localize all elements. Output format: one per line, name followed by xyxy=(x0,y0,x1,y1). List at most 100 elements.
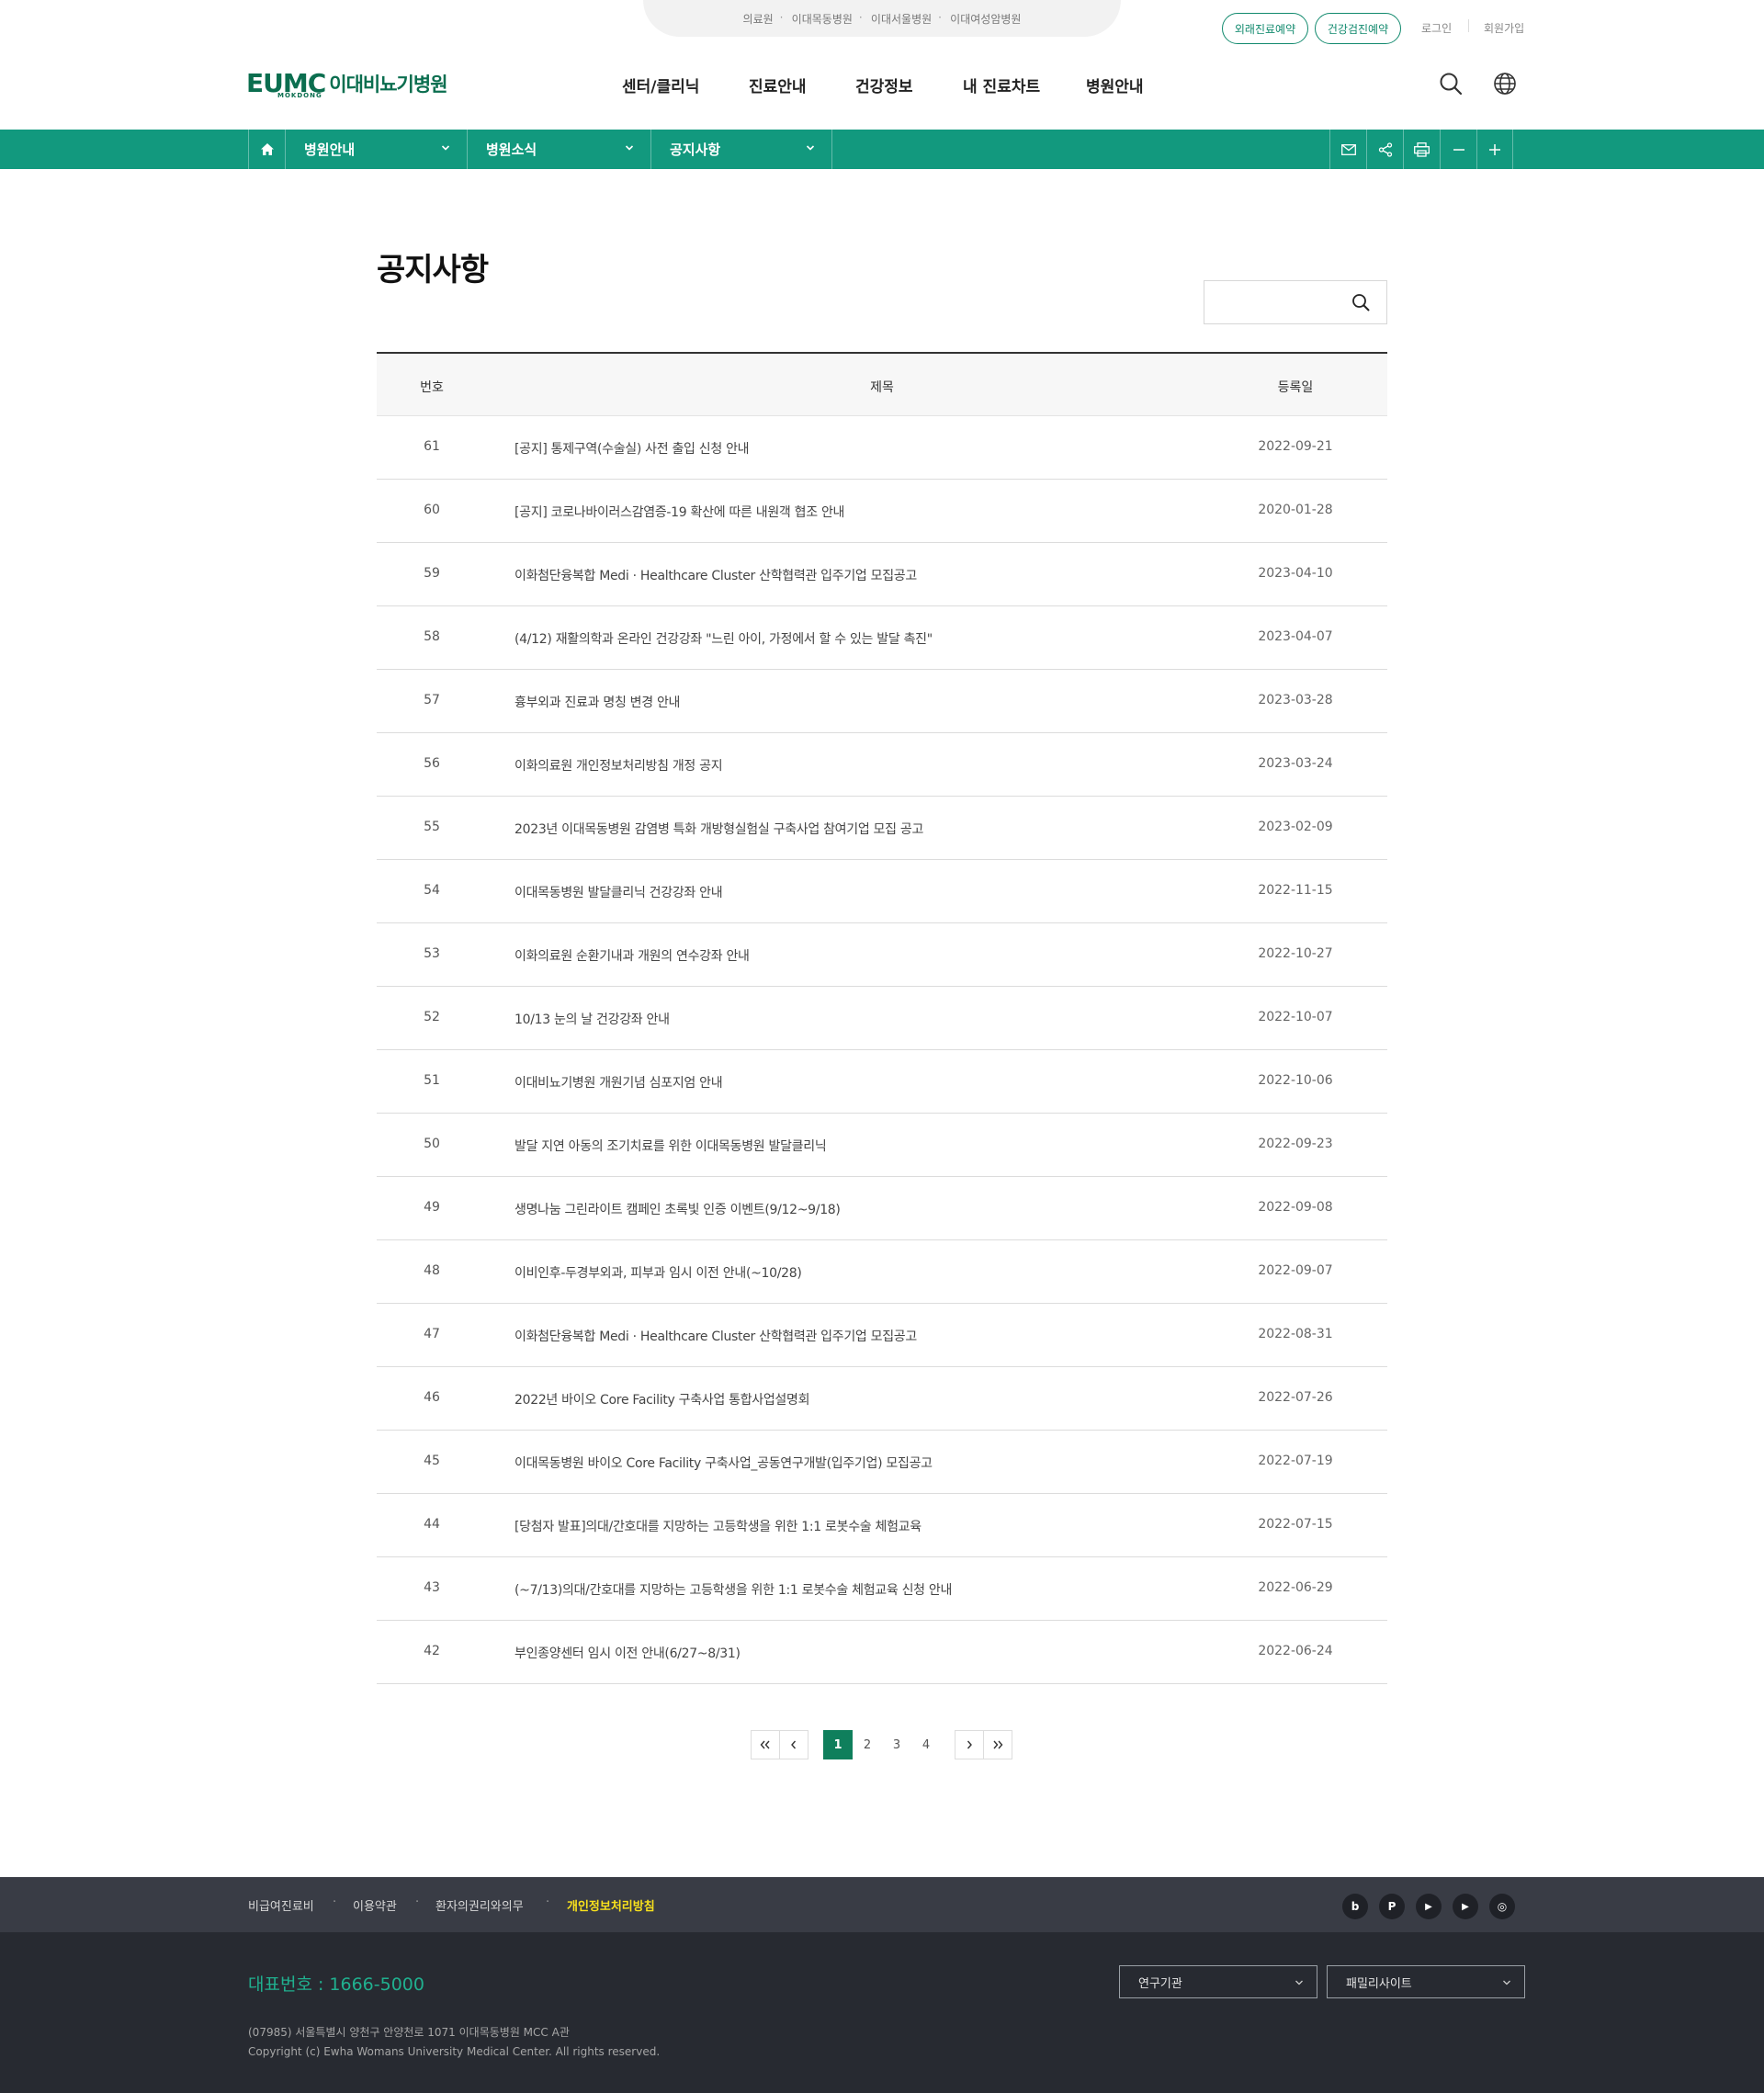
row-title-link[interactable]: 발달 지연 아동의 조기치료를 위한 이대목동병원 발달클리닉 xyxy=(514,1137,827,1155)
family-link-cancer[interactable]: 이대여성암병원 xyxy=(938,11,1030,27)
table-header: 번호 제목 등록일 xyxy=(377,352,1387,416)
row-title-link[interactable]: 부인종양센터 임시 이전 안내(6/27~8/31) xyxy=(514,1644,741,1662)
row-title-link[interactable]: 이대비뇨기병원 개원기념 심포지엄 안내 xyxy=(514,1073,723,1092)
table-row[interactable]: 54 이대목동병원 발달클리닉 건강강좌 안내 2022-11-15 xyxy=(377,860,1387,923)
gnb-item-mychart[interactable]: 내 진료차트 xyxy=(963,74,1040,96)
join-link[interactable]: 회원가입 xyxy=(1484,20,1524,36)
research-select[interactable]: 연구기관 xyxy=(1119,1965,1317,1998)
print-icon[interactable] xyxy=(1403,130,1440,169)
table-row[interactable]: 58 (4/12) 재활의학과 온라인 건강강좌 "느린 아이, 가정에서 할 수… xyxy=(377,606,1387,670)
row-title-link[interactable]: 10/13 눈의 날 건강강좌 안내 xyxy=(514,1010,670,1028)
row-date: 2022-09-23 xyxy=(1258,1137,1333,1151)
table-row[interactable]: 61 [공지] 통제구역(수술실) 사전 출입 신청 안내 2022-09-21 xyxy=(377,416,1387,480)
post-icon[interactable]: P xyxy=(1379,1894,1405,1919)
table-row[interactable]: 48 이비인후-두경부외과, 피부과 임시 이전 안내(~10/28) 2022-0… xyxy=(377,1240,1387,1304)
row-date: 2023-02-09 xyxy=(1258,820,1333,834)
table-row[interactable]: 59 이화첨단융복합 Medi · Healthcare Cluster 산학협력… xyxy=(377,543,1387,606)
page-2[interactable]: 2 xyxy=(853,1730,882,1759)
table-body: 61 [공지] 통제구역(수술실) 사전 출입 신청 안내 2022-09-21 60… xyxy=(377,416,1387,1684)
gnb-item-hospital[interactable]: 병원안내 xyxy=(1086,74,1144,96)
youtube-icon[interactable]: ▶ xyxy=(1453,1894,1478,1919)
table-row[interactable]: 46 2022년 바이오 Core Facility 구축사업 통합사업설명회 20… xyxy=(377,1367,1387,1431)
footer-address: (07985) 서울특별시 양천구 안양천로 1071 이대목동병원 MCC A… xyxy=(248,2026,570,2039)
search-icon[interactable] xyxy=(1351,293,1370,311)
family-link-mokdong[interactable]: 이대목동병원 xyxy=(780,11,862,27)
family-link-medical[interactable]: 의료원 xyxy=(734,11,783,27)
share-icon[interactable] xyxy=(1366,130,1403,169)
row-title-link[interactable]: (~7/13)의대/간호대를 지망하는 고등학생을 위한 1:1 로봇수술 체험… xyxy=(514,1580,952,1599)
search-input[interactable] xyxy=(1204,281,1342,323)
row-date: 2022-06-24 xyxy=(1258,1644,1333,1658)
prev-page-button[interactable] xyxy=(779,1730,808,1759)
location-depth1[interactable]: 병원안내 xyxy=(285,130,467,169)
row-title-link[interactable]: 2023년 이대목동병원 감염병 특화 개방형실험실 구축사업 참여기업 모집 … xyxy=(514,820,923,838)
row-title-link[interactable]: (4/12) 재활의학과 온라인 건강강좌 "느린 아이, 가정에서 할 수 있… xyxy=(514,629,933,648)
row-title-link[interactable]: 2022년 바이오 Core Facility 구축사업 통합사업설명회 xyxy=(514,1390,809,1409)
footer-link-privacy[interactable]: 개인정보처리방침 xyxy=(567,1896,655,1914)
row-title-link[interactable]: 이대목동병원 바이오 Core Facility 구축사업_공동연구개발(입주기… xyxy=(514,1454,933,1472)
table-row[interactable]: 45 이대목동병원 바이오 Core Facility 구축사업_공동연구개발(입… xyxy=(377,1431,1387,1494)
table-row[interactable]: 47 이화첨단융복합 Medi · Healthcare Cluster 산학협력… xyxy=(377,1304,1387,1367)
row-title-link[interactable]: 이비인후-두경부외과, 피부과 임시 이전 안내(~10/28) xyxy=(514,1263,802,1282)
location-depth3[interactable]: 공지사항 xyxy=(650,130,832,169)
gnb-item-guide[interactable]: 진료안내 xyxy=(749,74,807,96)
row-title-link[interactable]: [공지] 코로나바이러스감염증-19 확산에 따른 내원객 협조 안내 xyxy=(514,503,844,521)
first-page-button[interactable] xyxy=(751,1730,780,1759)
table-row[interactable]: 43 (~7/13)의대/간호대를 지망하는 고등학생을 위한 1:1 로봇수술 … xyxy=(377,1557,1387,1621)
last-page-button[interactable] xyxy=(983,1730,1012,1759)
home-icon[interactable] xyxy=(248,130,285,169)
instagram-icon[interactable]: ◎ xyxy=(1489,1894,1515,1919)
table-row[interactable]: 44 [당첨자 발표]의대/간호대를 지망하는 고등학생을 위한 1:1 로봇수술… xyxy=(377,1494,1387,1557)
table-row[interactable]: 50 발달 지연 아동의 조기치료를 위한 이대목동병원 발달클리닉 2022-09… xyxy=(377,1114,1387,1177)
table-row[interactable]: 56 이화의료원 개인정보처리방침 개정 공지 2023-03-24 xyxy=(377,733,1387,797)
minus-icon[interactable] xyxy=(1440,130,1476,169)
search-icon[interactable] xyxy=(1439,72,1463,96)
footer-link-terms[interactable]: 이용약관 xyxy=(353,1896,397,1914)
row-title-link[interactable]: 이화의료원 개인정보처리방침 개정 공지 xyxy=(514,756,723,775)
table-row[interactable]: 60 [공지] 코로나바이러스감염증-19 확산에 따른 내원객 협조 안내 202… xyxy=(377,480,1387,543)
outpatient-reservation-button[interactable]: 외래진료예약 xyxy=(1222,13,1308,44)
table-row[interactable]: 55 2023년 이대목동병원 감염병 특화 개방형실험실 구축사업 참여기업 모… xyxy=(377,797,1387,860)
table-row[interactable]: 53 이화의료원 순환기내과 개원의 연수강좌 안내 2022-10-27 xyxy=(377,923,1387,987)
table-row[interactable]: 52 10/13 눈의 날 건강강좌 안내 2022-10-07 xyxy=(377,987,1387,1050)
gnb-item-centers[interactable]: 센터/클리닉 xyxy=(622,74,699,96)
footer-link-rights[interactable]: 환자의권리와의무 xyxy=(435,1896,524,1914)
checkup-reservation-button[interactable]: 건강검진예약 xyxy=(1315,13,1401,44)
row-title-link[interactable]: 생명나눔 그린라이트 캠페인 초록빛 인증 이벤트(9/12~9/18) xyxy=(514,1200,841,1218)
globe-icon[interactable] xyxy=(1493,72,1517,96)
footer-link-fees[interactable]: 비급여진료비 xyxy=(248,1896,314,1914)
chevron-down-icon xyxy=(1502,1978,1511,1987)
page-1[interactable]: 1 xyxy=(823,1730,853,1759)
mail-icon[interactable] xyxy=(1329,130,1366,169)
login-link[interactable]: 로그인 xyxy=(1421,20,1452,36)
location-depth2[interactable]: 병원소식 xyxy=(467,130,650,169)
table-row[interactable]: 42 부인종양센터 임시 이전 안내(6/27~8/31) 2022-06-24 xyxy=(377,1621,1387,1684)
row-title-link[interactable]: 이화첨단융복합 Medi · Healthcare Cluster 산학협력관 … xyxy=(514,566,917,584)
page-4[interactable]: 4 xyxy=(911,1730,941,1759)
row-title-link[interactable]: 흉부외과 진료과 명칭 변경 안내 xyxy=(514,693,680,711)
family-link-seoul[interactable]: 이대서울병원 xyxy=(859,11,941,27)
chevron-down-icon xyxy=(1295,1978,1304,1987)
row-number: 55 xyxy=(424,820,440,834)
location-depth2-label: 병원소식 xyxy=(486,141,537,158)
blog-icon[interactable]: b xyxy=(1342,1894,1368,1919)
gnb-item-health[interactable]: 건강정보 xyxy=(855,74,913,96)
row-title-link[interactable]: 이화의료원 순환기내과 개원의 연수강좌 안내 xyxy=(514,946,750,965)
row-date: 2022-08-31 xyxy=(1258,1327,1333,1341)
table-row[interactable]: 51 이대비뇨기병원 개원기념 심포지엄 안내 2022-10-06 xyxy=(377,1050,1387,1114)
page-3[interactable]: 3 xyxy=(882,1730,911,1759)
row-title-link[interactable]: [공지] 통제구역(수술실) 사전 출입 신청 안내 xyxy=(514,439,750,458)
table-row[interactable]: 57 흉부외과 진료과 명칭 변경 안내 2023-03-28 xyxy=(377,670,1387,733)
footer-copyright: Copyright (c) Ewha Womans University Med… xyxy=(248,2045,661,2058)
plus-icon[interactable] xyxy=(1476,130,1513,169)
next-page-button[interactable] xyxy=(955,1730,984,1759)
row-title-link[interactable]: [당첨자 발표]의대/간호대를 지망하는 고등학생을 위한 1:1 로봇수술 체… xyxy=(514,1517,922,1535)
location-depth3-label: 공지사항 xyxy=(670,141,721,158)
family-site-select[interactable]: 패밀리사이트 xyxy=(1327,1965,1525,1998)
tv-icon[interactable]: ▶ xyxy=(1416,1894,1442,1919)
row-number: 57 xyxy=(424,693,440,707)
row-title-link[interactable]: 이화첨단융복합 Medi · Healthcare Cluster 산학협력관 … xyxy=(514,1327,917,1345)
row-title-link[interactable]: 이대목동병원 발달클리닉 건강강좌 안내 xyxy=(514,883,723,901)
table-row[interactable]: 49 생명나눔 그린라이트 캠페인 초록빛 인증 이벤트(9/12~9/18) 20… xyxy=(377,1177,1387,1240)
row-date: 2022-10-06 xyxy=(1258,1073,1333,1088)
